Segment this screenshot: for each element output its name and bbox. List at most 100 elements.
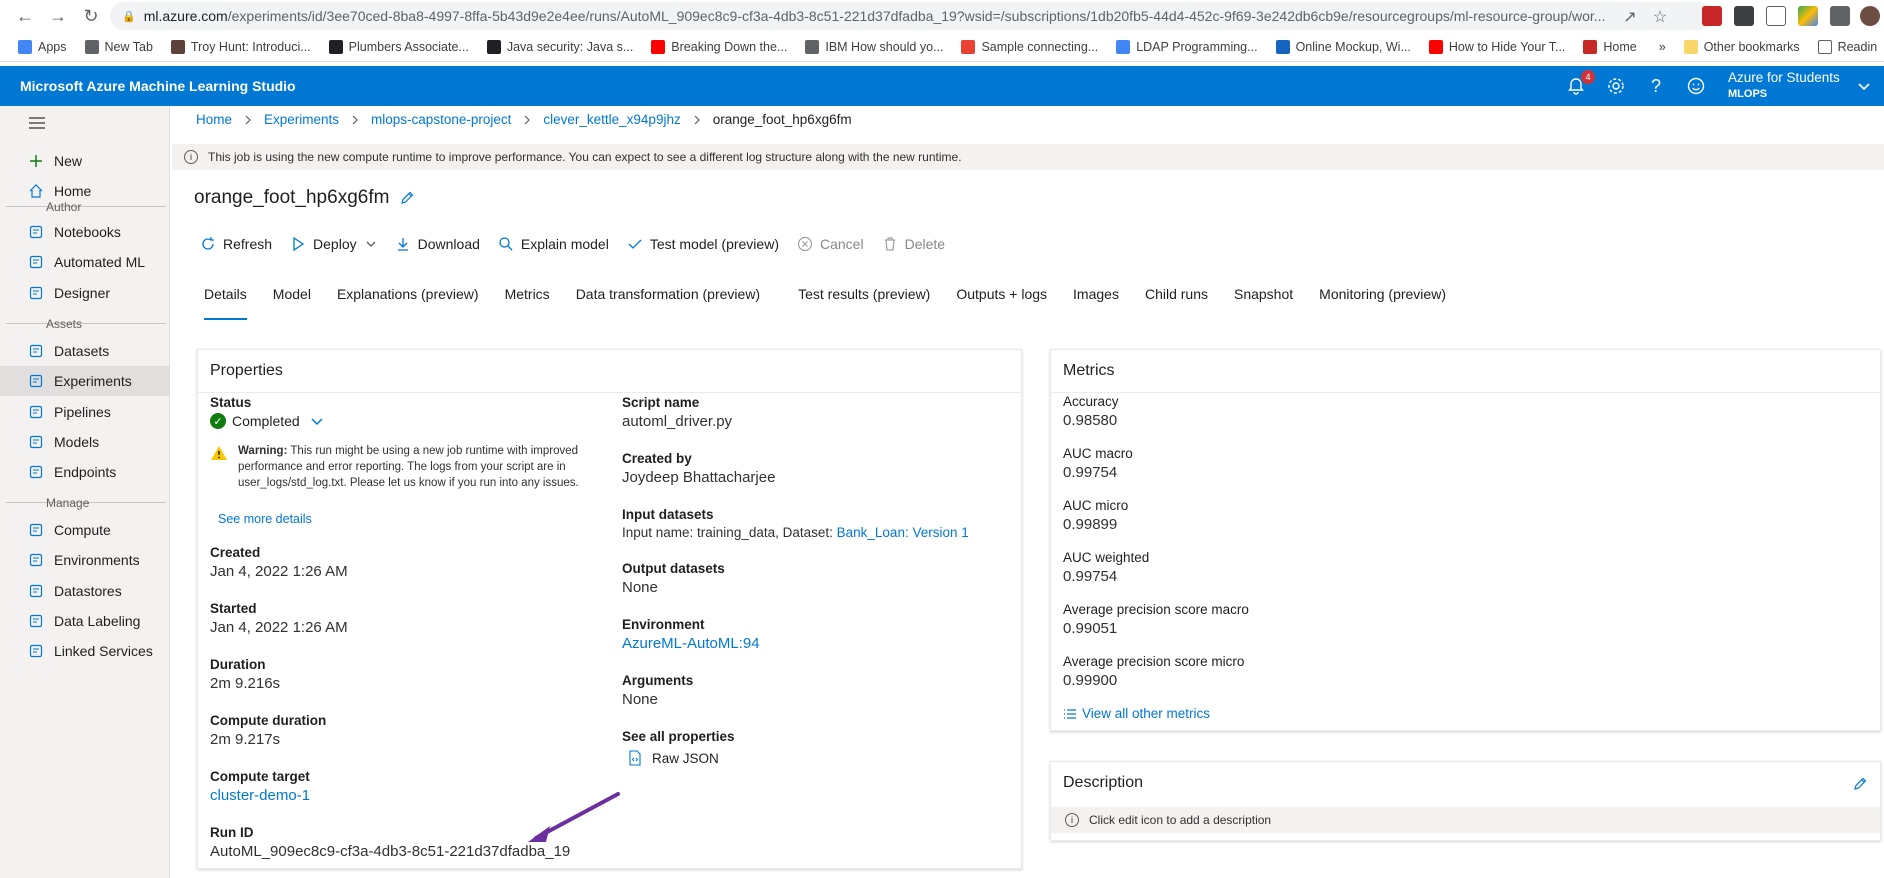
tab-test-results-preview[interactable]: Test results (preview) <box>798 286 930 320</box>
download-button[interactable]: Download <box>395 236 480 252</box>
star-icon[interactable]: ☆ <box>1650 7 1670 27</box>
tab-child-runs[interactable]: Child runs <box>1145 286 1208 320</box>
sidebar-item-new[interactable]: New <box>0 146 170 176</box>
other-bookmarks-folder[interactable]: Other bookmarks <box>1683 39 1800 54</box>
bookmark-item[interactable]: Breaking Down the... <box>651 39 787 54</box>
sidebar-item-datastores[interactable]: Datastores <box>0 576 170 606</box>
link-icon <box>28 643 44 659</box>
puzzle-icon[interactable] <box>1830 6 1850 26</box>
bookmark-item[interactable]: LDAP Programming... <box>1116 39 1258 54</box>
sidebar-item-data-labeling[interactable]: Data Labeling <box>0 606 170 636</box>
status-dropdown[interactable]: ✓ Completed <box>210 413 324 429</box>
description-card: Description i Click edit icon to add a d… <box>1050 761 1881 841</box>
pencil-icon[interactable] <box>399 190 415 206</box>
sidebar-item-environments[interactable]: Environments <box>0 545 170 575</box>
bookmark-item[interactable]: IBM How should yo... <box>805 39 944 54</box>
bookmark-label: IBM How should yo... <box>825 39 944 54</box>
view-all-metrics-link[interactable]: View all other metrics <box>1063 706 1210 721</box>
extension-icon[interactable] <box>1766 6 1786 26</box>
breadcrumb-item[interactable]: Home <box>196 112 232 127</box>
tab-monitoring-preview[interactable]: Monitoring (preview) <box>1319 286 1446 320</box>
compute-duration-label: Compute duration <box>210 713 327 728</box>
run-id-label: Run ID <box>210 825 254 840</box>
chevron-down-icon[interactable] <box>1853 75 1875 97</box>
bookmark-item[interactable]: Plumbers Associate... <box>328 39 469 54</box>
bookmark-item[interactable]: Troy Hunt: Introduci... <box>170 39 311 54</box>
breadcrumb-item[interactable]: clever_kettle_x94p9jhz <box>543 112 680 127</box>
explain-model-button[interactable]: Explain model <box>498 236 609 252</box>
tab-snapshot[interactable]: Snapshot <box>1234 286 1293 320</box>
account-switcher[interactable]: Azure for Students MLOPS <box>1728 70 1840 102</box>
sidebar-item-datasets[interactable]: Datasets <box>0 336 170 366</box>
app-header: Microsoft Azure Machine Learning Studio … <box>0 66 1884 106</box>
chevron-right-icon <box>351 115 359 125</box>
tab-metrics[interactable]: Metrics <box>505 286 550 320</box>
sidebar-item-automated-ml[interactable]: Automated ML <box>0 247 170 277</box>
metric-label: Average precision score macro <box>1063 602 1249 617</box>
bookmark-item[interactable]: How to Hide Your T... <box>1428 39 1565 54</box>
sidebar-item-models[interactable]: Models <box>0 427 170 457</box>
test-model-button[interactable]: Test model (preview) <box>627 236 779 252</box>
breadcrumb-item[interactable]: Experiments <box>264 112 339 127</box>
help-icon[interactable]: ? <box>1645 75 1667 97</box>
trash-icon <box>882 236 898 252</box>
breadcrumb-item[interactable]: mlops-capstone-project <box>371 112 511 127</box>
extension-icon[interactable] <box>1734 6 1754 26</box>
reload-icon[interactable]: ↻ <box>76 0 106 32</box>
address-bar[interactable]: 🔒 ml.azure.com/experiments/id/3ee70ced-8… <box>110 2 1712 30</box>
tab-details[interactable]: Details <box>204 286 247 320</box>
forward-icon[interactable]: → <box>43 0 73 32</box>
pencil-icon[interactable] <box>1852 776 1868 792</box>
tab-model[interactable]: Model <box>273 286 311 320</box>
deploy-button[interactable]: Deploy <box>290 236 377 252</box>
bookmark-favicon-icon <box>1116 39 1131 54</box>
bookmark-item[interactable]: Sample connecting... <box>961 39 1098 54</box>
see-more-details-link[interactable]: See more details <box>218 512 312 526</box>
tab-explanations-preview[interactable]: Explanations (preview) <box>337 286 479 320</box>
share-icon[interactable]: ↗ <box>1620 7 1640 27</box>
delete-button[interactable]: Delete <box>882 236 945 252</box>
drive-icon[interactable] <box>1798 6 1818 26</box>
gear-icon[interactable] <box>1605 75 1627 97</box>
bookmark-item[interactable]: New Tab <box>84 39 153 54</box>
smiley-icon[interactable] <box>1685 75 1707 97</box>
app-title[interactable]: Microsoft Azure Machine Learning Studio <box>20 78 296 94</box>
dataset-icon <box>28 343 44 359</box>
bookmark-favicon-icon <box>1275 39 1290 54</box>
divider <box>6 206 166 207</box>
sidebar-item-compute[interactable]: Compute <box>0 515 170 545</box>
sidebar-item-home[interactable]: Home <box>0 176 170 206</box>
tab-data-transformation-preview[interactable]: Data transformation (preview) <box>576 286 760 320</box>
bookmark-item[interactable]: Apps <box>18 39 67 54</box>
compute-target-field: Compute target cluster-demo-1 <box>210 769 310 804</box>
hamburger-icon[interactable] <box>28 116 46 130</box>
profile-avatar[interactable] <box>1860 6 1880 26</box>
back-icon[interactable]: ← <box>10 0 40 32</box>
refresh-button[interactable]: Refresh <box>200 236 272 252</box>
compute-target-link[interactable]: cluster-demo-1 <box>210 787 310 804</box>
sidebar-item-designer[interactable]: Designer <box>0 278 170 308</box>
sidebar-item-experiments[interactable]: Experiments <box>0 366 170 397</box>
tab-images[interactable]: Images <box>1073 286 1119 320</box>
designer-icon <box>28 285 44 301</box>
sidebar-item-endpoints[interactable]: Endpoints <box>0 457 170 487</box>
created-value: Jan 4, 2022 1:26 AM <box>210 563 348 580</box>
environment-link[interactable]: AzureML-AutoML:94 <box>622 635 760 652</box>
sidebar-item-notebooks[interactable]: Notebooks <box>0 217 170 247</box>
url-path: /experiments/id/3ee70ced-8ba8-4997-8ffa-… <box>227 8 1606 24</box>
sidebar-item-linked-services[interactable]: Linked Services <box>0 636 170 666</box>
metric-value: 0.99051 <box>1063 620 1118 637</box>
runtime-notice-text: This job is using the new compute runtim… <box>208 150 962 164</box>
bookmark-item[interactable]: Online Mockup, Wi... <box>1275 39 1411 54</box>
cancel-icon <box>797 236 813 252</box>
cancel-button[interactable]: Cancel <box>797 236 864 252</box>
bookmark-item[interactable]: Java security: Java s... <box>486 39 633 54</box>
sidebar-item-pipelines[interactable]: Pipelines <box>0 397 170 427</box>
more-bookmarks-button[interactable]: » <box>1659 40 1666 54</box>
dataset-link[interactable]: Bank_Loan: Version 1 <box>837 525 969 540</box>
raw-json-button[interactable]: Raw JSON <box>628 750 735 766</box>
bookmark-item[interactable]: Home <box>1583 39 1637 54</box>
extension-icon[interactable] <box>1702 6 1722 26</box>
reading-list-button[interactable]: Readin <box>1817 39 1877 54</box>
tab-outputs-logs[interactable]: Outputs + logs <box>956 286 1047 320</box>
